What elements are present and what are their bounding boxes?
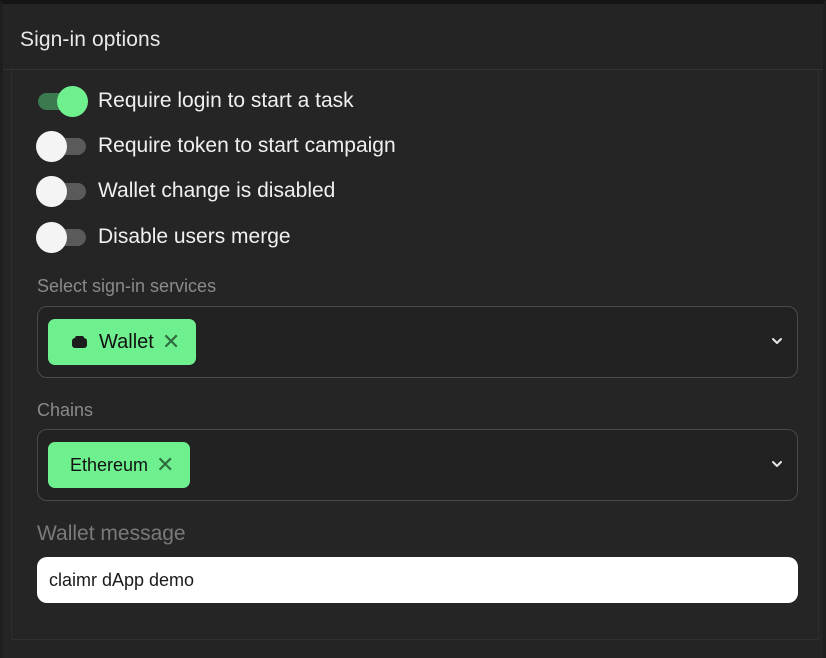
require-login-label: Require login to start a task [98,89,354,112]
chains-select[interactable]: Ethereum ✕ [37,429,798,501]
ethereum-chip: Ethereum ✕ [48,442,191,488]
chains-label: Chains [37,400,94,420]
wallet-chip: Wallet ✕ [48,319,197,365]
wallet-message-label: Wallet message [37,522,186,545]
toggle-row-require-token: Require token to start campaign [36,129,396,163]
require-token-label: Require token to start campaign [98,134,396,157]
wallet-change-toggle[interactable] [36,175,88,207]
chevron-down-icon[interactable] [771,335,783,347]
section-title: Sign-in options [20,28,161,51]
wallet-icon [72,336,87,348]
signin-services-label: Select sign-in services [37,276,217,296]
toggle-row-wallet-change: Wallet change is disabled [36,174,335,208]
toggle-row-require-login: Require login to start a task [36,84,354,118]
require-token-toggle[interactable] [36,130,88,162]
toggle-knob [36,176,67,207]
toggle-knob [36,131,67,162]
chip-label: Wallet [99,330,154,353]
disable-merge-label: Disable users merge [98,225,291,248]
toggle-knob [57,86,88,117]
remove-chip-icon[interactable]: ✕ [156,454,174,476]
section-header: Sign-in options [3,8,823,70]
wallet-message-input[interactable] [37,557,798,603]
wallet-change-label: Wallet change is disabled [98,179,336,202]
chip-label: Ethereum [70,454,149,475]
disable-merge-toggle[interactable] [36,221,88,253]
require-login-toggle[interactable] [36,85,88,117]
remove-chip-icon[interactable]: ✕ [162,331,180,353]
toggle-knob [36,222,67,253]
toggle-row-disable-merge: Disable users merge [36,220,291,254]
chevron-down-icon[interactable] [771,458,783,470]
signin-services-select[interactable]: Wallet ✕ [37,306,798,378]
